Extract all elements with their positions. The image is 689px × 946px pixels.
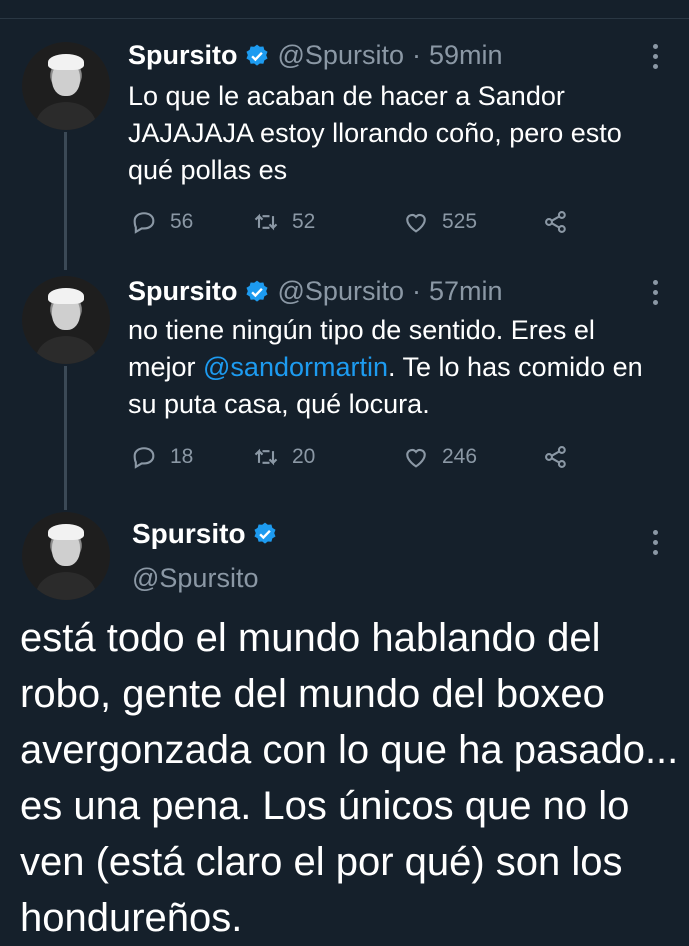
separator-dot: · [411,276,421,306]
verified-badge-icon [246,44,268,66]
share-button[interactable] [542,208,582,236]
tweet-time[interactable]: 57min [429,276,503,307]
reply-count: 18 [170,445,194,468]
tweet-text: no tiene ningún tipo de sentido. Eres el… [128,312,668,423]
reply-count: 56 [170,210,194,233]
reply-icon [133,447,155,469]
retweet-count: 20 [292,445,316,468]
like-icon [406,213,426,233]
more-icon[interactable] [651,530,659,555]
tweet-header: Spursito @Spursito · 57min [128,276,503,307]
author-name[interactable]: Spursito [128,40,238,71]
retweet-icon [254,448,278,466]
tweet-actions: 56 52 525 [130,208,582,236]
reply-button[interactable]: 18 [130,443,252,471]
retweet-button[interactable]: 20 [252,443,402,471]
author-name-row: Spursito [132,518,286,550]
thread-line [64,132,67,270]
share-icon [545,211,566,233]
more-icon[interactable] [651,280,659,305]
author-name[interactable]: Spursito [128,276,238,307]
like-count: 246 [442,445,478,468]
top-divider [0,18,689,19]
retweet-button[interactable]: 52 [252,208,402,236]
author-name[interactable]: Spursito [132,518,246,550]
verified-badge-icon [246,280,268,302]
avatar[interactable] [22,42,110,130]
author-handle[interactable]: @Spursito [278,276,404,307]
tweet-time[interactable]: 59min [429,40,503,71]
reply-icon [133,212,155,234]
author-handle[interactable]: @Spursito [278,40,404,71]
author-handle[interactable]: @Spursito [132,563,258,594]
like-count: 525 [442,210,478,233]
tweet-text: Lo que le acaban de hacer a Sandor JAJAJ… [128,81,622,185]
like-icon [406,448,426,468]
retweet-icon [254,213,278,231]
verified-badge-icon [254,522,276,544]
reply-button[interactable]: 56 [130,208,252,236]
like-button[interactable]: 246 [402,443,542,471]
share-icon [545,446,566,468]
tweet-actions: 18 20 246 [130,443,582,471]
thread-line [64,366,67,510]
more-icon[interactable] [651,44,659,69]
retweet-count: 52 [292,210,316,233]
share-button[interactable] [542,443,582,471]
like-button[interactable]: 525 [402,208,542,236]
avatar[interactable] [22,512,110,600]
separator-dot: · [411,40,421,70]
tweet-text: está todo el mundo hablando del robo, ge… [20,616,679,940]
mention-link[interactable]: @sandormartin [203,352,388,382]
tweet-header: Spursito @Spursito · 59min [128,40,503,71]
avatar[interactable] [22,276,110,364]
